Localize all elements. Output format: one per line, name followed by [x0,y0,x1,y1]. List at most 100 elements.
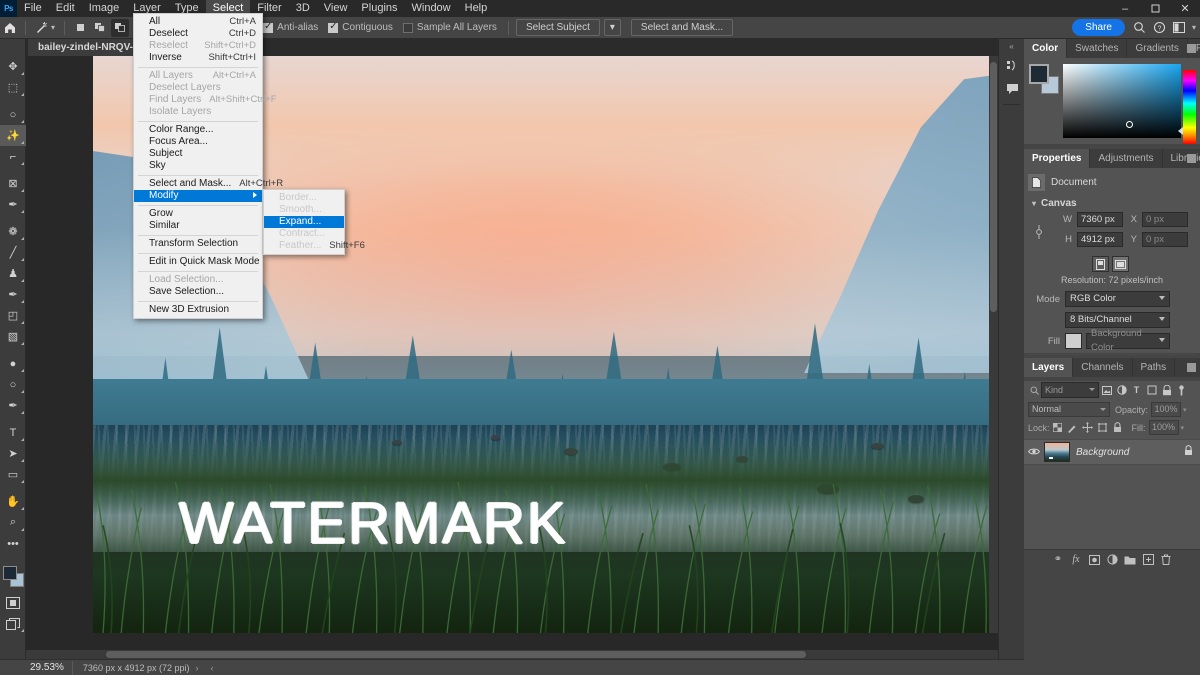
help-icon[interactable]: ? [1151,19,1169,37]
layer-mask-icon[interactable] [1085,551,1103,569]
menu-view[interactable]: View [317,0,355,17]
menu-item-new-3d-extrusion[interactable]: New 3D Extrusion [134,304,262,316]
foreground-color-swatch[interactable] [1029,64,1049,84]
portrait-orientation-button[interactable] [1092,256,1109,272]
new-layer-icon[interactable] [1139,551,1157,569]
menu-item-focus-area[interactable]: Focus Area... [134,136,262,148]
menu-item-feather[interactable]: Feather...Shift+F6 [264,240,344,252]
sample-all-layers-checkbox[interactable]: Sample All Layers [403,22,497,33]
subtract-from-selection-button[interactable] [111,19,129,37]
comments-icon[interactable] [999,77,1025,101]
color-field[interactable] [1063,64,1181,138]
lock-transparent-pixels-icon[interactable] [1050,420,1065,435]
contiguous-checkbox[interactable]: Contiguous [328,22,393,33]
tab-layers[interactable]: Layers [1024,358,1073,377]
smart-object-filter-icon[interactable] [1159,382,1174,398]
frame-tool[interactable]: ⊠ [0,173,26,194]
layer-filter-kind-select[interactable]: Kind [1041,382,1099,398]
color-panel[interactable] [1024,58,1200,144]
canvas-x-input[interactable] [1142,212,1188,227]
adjustment-filter-icon[interactable] [1114,382,1129,398]
history-icon[interactable] [999,53,1025,77]
link-dimensions-icon[interactable] [1032,212,1046,252]
select-subject-button[interactable]: Select Subject [516,19,600,36]
modify-submenu-dropdown[interactable]: Border...Smooth...Expand...Contract...Fe… [263,189,345,255]
menu-item-modify[interactable]: Modify [134,190,262,202]
menu-item-all-layers[interactable]: All LayersAlt+Ctrl+A [134,70,262,82]
hand-tool[interactable]: ✋ [0,491,26,512]
menu-item-smooth[interactable]: Smooth... [264,204,344,216]
menu-item-deselect-layers[interactable]: Deselect Layers [134,82,262,94]
screen-mode-button[interactable] [0,613,26,634]
menu-item-save-selection[interactable]: Save Selection... [134,286,262,298]
close-button[interactable]: ✕ [1170,0,1200,17]
type-filter-icon[interactable]: T [1129,382,1144,398]
foreground-background-color[interactable] [0,563,26,589]
link-layers-icon[interactable]: ⚭ [1049,551,1067,569]
canvas-width-input[interactable] [1077,212,1123,227]
history-brush-tool[interactable]: ✒ [0,284,26,305]
magic-wand-tool-icon[interactable] [32,19,50,37]
anti-alias-checkbox[interactable]: Anti-alias [263,22,318,33]
menu-item-isolate-layers[interactable]: Isolate Layers [134,106,262,118]
gradient-tool[interactable]: ▧ [0,326,26,347]
tab-swatches[interactable]: Swatches [1067,39,1127,58]
blur-tool[interactable]: ● [0,353,26,374]
status-collapse-arrow[interactable]: ‹ [205,663,220,673]
select-subject-dropdown[interactable]: ▾ [604,19,621,36]
menu-item-subject[interactable]: Subject [134,148,262,160]
tab-properties[interactable]: Properties [1024,149,1090,168]
canvas-section-header[interactable]: ▾ Canvas [1028,194,1196,212]
lock-image-pixels-icon[interactable] [1065,420,1080,435]
pixel-filter-icon[interactable] [1099,382,1114,398]
menu-item-deselect[interactable]: DeselectCtrl+D [134,28,262,40]
minimize-button[interactable]: – [1110,0,1140,17]
lock-position-icon[interactable] [1080,420,1095,435]
menu-item-similar[interactable]: Similar [134,220,262,232]
workspace-icon[interactable] [1171,19,1189,37]
menu-3d[interactable]: 3D [289,0,317,17]
canvas-vertical-scrollbar[interactable] [989,56,998,633]
share-button[interactable]: Share [1072,19,1125,36]
menu-item-expand[interactable]: Expand... [264,216,344,228]
new-group-icon[interactable] [1121,551,1139,569]
home-icon[interactable] [1,19,19,37]
menu-item-contract[interactable]: Contract... [264,228,344,240]
maximize-button[interactable] [1140,0,1170,17]
select-menu-dropdown[interactable]: AllCtrl+ADeselectCtrl+DReselectShift+Ctr… [133,13,263,319]
menu-edit[interactable]: Edit [49,0,82,17]
tab-adjustments[interactable]: Adjustments [1090,149,1162,168]
quick-mask-mode-button[interactable] [0,592,26,613]
opacity-value[interactable]: 100% [1151,402,1181,417]
layer-visibility-icon[interactable] [1024,447,1044,458]
fill-color-swatch[interactable] [1065,333,1082,349]
canvas-horizontal-scrollbar[interactable] [26,650,998,659]
canvas-y-input[interactable] [1142,232,1188,247]
zoom-tool[interactable]: ⌕ [0,512,26,533]
spot-healing-brush-tool[interactable]: ❁ [0,221,26,242]
fill-type-select[interactable]: Background Color [1086,333,1170,349]
menu-file[interactable]: File [17,0,49,17]
fill-value[interactable]: 100% [1149,420,1179,435]
crop-tool[interactable]: ⌐ [0,146,26,167]
menu-image[interactable]: Image [82,0,127,17]
menu-item-select-and-mask[interactable]: Select and Mask...Alt+Ctrl+R [134,178,262,190]
lasso-tool[interactable]: ○ [0,104,26,125]
shape-filter-icon[interactable] [1144,382,1159,398]
move-tool[interactable]: ✥ [0,56,26,77]
color-field-marker[interactable] [1126,121,1133,128]
eraser-tool[interactable]: ◰ [0,305,26,326]
brush-tool[interactable]: ╱ [0,242,26,263]
layers-panel-menu-icon[interactable] [1187,363,1196,372]
filter-toggle-icon[interactable] [1174,382,1189,398]
magic-wand-tool[interactable]: ✨ [0,125,26,146]
menu-item-find-layers[interactable]: Find LayersAlt+Shift+Ctrl+F [134,94,262,106]
menu-item-sky[interactable]: Sky [134,160,262,172]
menu-item-border[interactable]: Border... [264,192,344,204]
edit-toolbar-tool[interactable]: ••• [0,533,26,554]
color-panel-swatches[interactable] [1029,64,1061,96]
zoom-level[interactable]: 29.53% [0,662,72,673]
menu-item-all[interactable]: AllCtrl+A [134,16,262,28]
search-icon[interactable] [1131,19,1149,37]
foreground-color-swatch[interactable] [3,566,17,580]
